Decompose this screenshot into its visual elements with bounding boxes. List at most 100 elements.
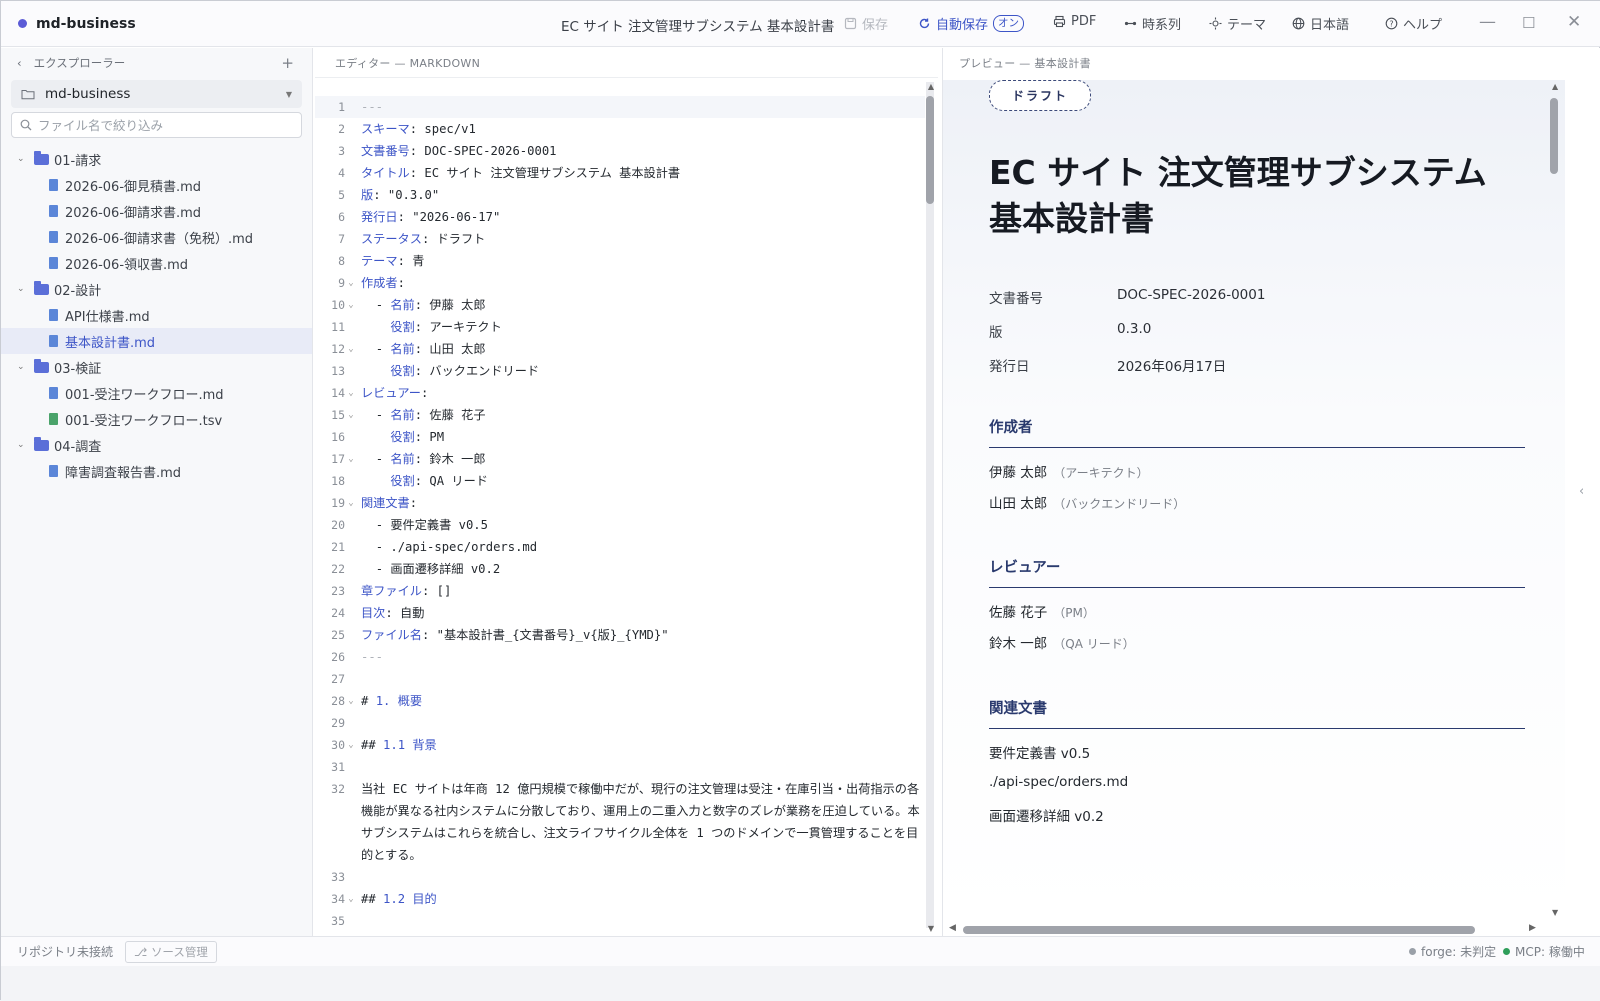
- code-line[interactable]: 12 ⌄ - 名前: 山田 太郎: [315, 338, 925, 360]
- code-line[interactable]: 3 文書番号: DOC-SPEC-2026-0001: [315, 140, 925, 162]
- code-line[interactable]: 29: [315, 712, 925, 734]
- code-line[interactable]: 30 ⌄ ## 1.1 背景: [315, 734, 925, 756]
- code-line[interactable]: 33: [315, 866, 925, 888]
- code-line[interactable]: 35: [315, 910, 925, 932]
- code-line[interactable]: 21 - ./api-spec/orders.md: [315, 536, 925, 558]
- code-line[interactable]: 25 ファイル名: "基本設計書_{文書番号}_v{版}_{YMD}": [315, 624, 925, 646]
- tree-file[interactable]: 基本設計書.md: [1, 328, 312, 354]
- code-line[interactable]: 1 ---: [315, 96, 925, 118]
- file-icon: [49, 257, 58, 269]
- preview-scrollbar[interactable]: [1550, 82, 1558, 924]
- save-button[interactable]: 保存: [844, 14, 888, 33]
- code-content: - 画面遷移詳細 v0.2: [357, 558, 925, 580]
- fold-chevron-icon[interactable]: ⌄: [345, 294, 357, 316]
- source-control-button[interactable]: ⎇ ソース管理: [125, 940, 217, 963]
- file-icon: [49, 205, 58, 217]
- code-line[interactable]: 18 役割: QA リード: [315, 470, 925, 492]
- scroll-up-icon[interactable]: ▲: [928, 82, 934, 91]
- code-line[interactable]: 17 ⌄ - 名前: 鈴木 一郎: [315, 448, 925, 470]
- preview-horizontal-scrollbar[interactable]: ◀ ▶: [949, 923, 1549, 935]
- code-line[interactable]: 27: [315, 668, 925, 690]
- minimize-icon[interactable]: —: [1479, 12, 1496, 32]
- chevron-down-icon[interactable]: ⌄: [17, 284, 29, 294]
- code-line[interactable]: 14 ⌄ レビュアー:: [315, 382, 925, 404]
- theme-button[interactable]: テーマ: [1209, 14, 1266, 33]
- pdf-button[interactable]: PDF: [1053, 14, 1096, 29]
- code-editor[interactable]: 1 --- 2 スキーマ: spec/v1 3 文書番号: DOC-SPEC-2026-0…: [315, 96, 925, 932]
- chevron-down-icon[interactable]: ⌄: [17, 440, 29, 450]
- tree-file[interactable]: 2026-06-領収書.md: [1, 250, 312, 276]
- add-file-icon[interactable]: +: [281, 54, 294, 72]
- expand-panel-icon[interactable]: ‹: [1579, 484, 1584, 499]
- code-line[interactable]: 34 ⌄ ## 1.2 目的: [315, 888, 925, 910]
- line-number: 27: [331, 672, 345, 686]
- language-button[interactable]: 日本語: [1292, 14, 1349, 33]
- tree-file[interactable]: 001-受注ワークフロー.tsv: [1, 406, 312, 432]
- tree-file[interactable]: 001-受注ワークフロー.md: [1, 380, 312, 406]
- preview-scrollbar-thumb[interactable]: [1550, 98, 1558, 174]
- fold-chevron-icon[interactable]: ⌄: [345, 734, 357, 756]
- scroll-right-icon[interactable]: ▶: [1529, 923, 1536, 933]
- horizontal-scrollbar-thumb[interactable]: [963, 926, 1475, 934]
- code-line[interactable]: 32 当社 EC サイトは年商 12 億円規模で稼働中だが、現行の注文管理は受注・…: [315, 778, 925, 866]
- tree-folder[interactable]: ⌄ 03-検証: [1, 354, 312, 380]
- history-button[interactable]: 時系列: [1124, 14, 1181, 33]
- yaml-value: : "0.3.0": [373, 188, 440, 202]
- tree-folder[interactable]: ⌄ 01-請求: [1, 146, 312, 172]
- collapse-sidebar-icon[interactable]: ‹: [17, 56, 22, 70]
- code-line[interactable]: 23 章ファイル: []: [315, 580, 925, 602]
- code-line[interactable]: 19 ⌄ 関連文書:: [315, 492, 925, 514]
- code-line[interactable]: 22 - 画面遷移詳細 v0.2: [315, 558, 925, 580]
- editor-scrollbar[interactable]: [926, 82, 934, 928]
- code-line[interactable]: 11 役割: アーキテクト: [315, 316, 925, 338]
- line-number: 15: [331, 408, 345, 422]
- yaml-value: : アーキテクト: [414, 320, 502, 334]
- fold-chevron-icon[interactable]: ⌄: [345, 448, 357, 470]
- code-line[interactable]: 24 目次: 自動: [315, 602, 925, 624]
- code-line[interactable]: 7 ステータス: ドラフト: [315, 228, 925, 250]
- tree-folder[interactable]: ⌄ 02-設計: [1, 276, 312, 302]
- code-line[interactable]: 16 役割: PM: [315, 426, 925, 448]
- chevron-down-icon[interactable]: ⌄: [17, 154, 29, 164]
- fold-chevron-icon[interactable]: ⌄: [345, 272, 357, 294]
- code-line[interactable]: 31: [315, 756, 925, 778]
- help-button[interactable]: ? ヘルプ: [1385, 14, 1442, 33]
- tree-file[interactable]: API仕様書.md: [1, 302, 312, 328]
- fold-gutter: [345, 910, 357, 932]
- autosave-toggle[interactable]: 自動保存 オン: [918, 14, 1025, 33]
- scroll-down-icon[interactable]: ▼: [928, 924, 934, 933]
- code-line[interactable]: 5 版: "0.3.0": [315, 184, 925, 206]
- fold-chevron-icon[interactable]: ⌄: [345, 492, 357, 514]
- fold-chevron-icon[interactable]: ⌄: [345, 338, 357, 360]
- maximize-icon[interactable]: ☐: [1522, 14, 1535, 32]
- fold-chevron-icon[interactable]: ⌄: [345, 404, 357, 426]
- code-line[interactable]: 13 役割: バックエンドリード: [315, 360, 925, 382]
- code-line[interactable]: 6 発行日: "2026-06-17": [315, 206, 925, 228]
- fold-chevron-icon[interactable]: ⌄: [345, 382, 357, 404]
- scroll-up-icon[interactable]: ▲: [1552, 82, 1558, 91]
- fold-chevron-icon[interactable]: ⌄: [345, 888, 357, 910]
- code-line[interactable]: 26 ---: [315, 646, 925, 668]
- tree-file[interactable]: 2026-06-御請求書.md: [1, 198, 312, 224]
- editor-scrollbar-thumb[interactable]: [926, 96, 934, 204]
- close-icon[interactable]: ✕: [1567, 12, 1581, 32]
- chevron-down-icon[interactable]: ⌄: [17, 362, 29, 372]
- tree-folder[interactable]: ⌄ 04-調査: [1, 432, 312, 458]
- code-line[interactable]: 2 スキーマ: spec/v1: [315, 118, 925, 140]
- code-line[interactable]: 8 テーマ: 青: [315, 250, 925, 272]
- fold-chevron-icon[interactable]: ⌄: [345, 690, 357, 712]
- file-filter-input[interactable]: [38, 117, 288, 133]
- repo-selector[interactable]: md-business ▼: [11, 80, 302, 108]
- tree-file[interactable]: 2026-06-御見積書.md: [1, 172, 312, 198]
- code-line[interactable]: 9 ⌄ 作成者:: [315, 272, 925, 294]
- tree-file[interactable]: 障害調査報告書.md: [1, 458, 312, 484]
- line-number: 34: [331, 892, 345, 906]
- code-line[interactable]: 15 ⌄ - 名前: 佐藤 花子: [315, 404, 925, 426]
- scroll-down-icon[interactable]: ▼: [1552, 908, 1558, 917]
- code-line[interactable]: 28 ⌄ # 1. 概要: [315, 690, 925, 712]
- code-line[interactable]: 10 ⌄ - 名前: 伊藤 太郎: [315, 294, 925, 316]
- scroll-left-icon[interactable]: ◀: [949, 923, 956, 933]
- code-line[interactable]: 4 タイトル: EC サイト 注文管理サブシステム 基本設計書: [315, 162, 925, 184]
- code-line[interactable]: 20 - 要件定義書 v0.5: [315, 514, 925, 536]
- tree-file[interactable]: 2026-06-御請求書（免税）.md: [1, 224, 312, 250]
